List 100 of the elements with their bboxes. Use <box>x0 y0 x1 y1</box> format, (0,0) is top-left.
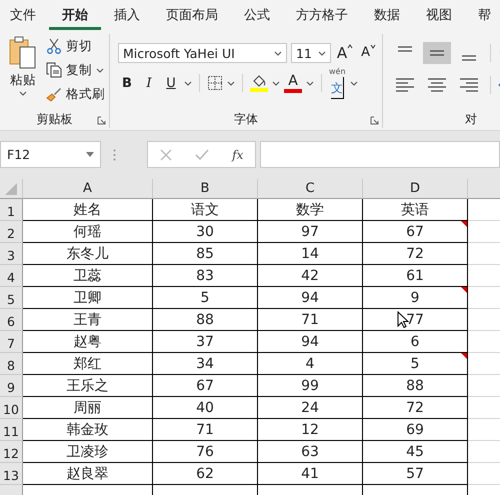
ribbon-tab[interactable]: 公式 <box>231 0 283 30</box>
row-header[interactable]: 4 <box>0 265 23 287</box>
table-cell: 71 <box>153 419 258 441</box>
ribbon-tab[interactable]: 帮 <box>465 0 500 30</box>
table-cell: 97 <box>258 221 363 243</box>
table-cell: 12 <box>258 419 363 441</box>
formula-input[interactable] <box>260 141 500 168</box>
bold-button[interactable]: B <box>118 76 136 90</box>
table-cell: 30 <box>153 221 258 243</box>
font-color-button[interactable]: A <box>284 74 302 92</box>
row-header[interactable]: 8 <box>0 353 23 375</box>
table-cell: 85 <box>153 243 258 265</box>
ribbon-tab[interactable]: 视图 <box>413 0 465 30</box>
row-header[interactable]: 2 <box>0 221 23 243</box>
caret-icon[interactable] <box>86 152 94 157</box>
fill-color-icon[interactable] <box>250 73 268 93</box>
table-cell: 东冬儿 <box>23 243 153 265</box>
paste-label[interactable]: 粘贴 <box>10 72 36 89</box>
caret-icon[interactable] <box>272 80 280 86</box>
table-cell: 韩金玫 <box>23 419 153 441</box>
align-middle-icon[interactable] <box>423 42 451 64</box>
table-cell: 71 <box>258 309 363 331</box>
caret-icon[interactable] <box>350 80 358 86</box>
caret-icon[interactable] <box>227 80 235 86</box>
caret-icon[interactable] <box>306 80 314 86</box>
row-header[interactable]: 12 <box>0 441 23 463</box>
table-cell: 40 <box>153 397 258 419</box>
cut-button[interactable]: 剪切 <box>46 36 105 56</box>
row-header[interactable]: 7 <box>0 331 23 353</box>
caret-icon[interactable] <box>19 91 27 96</box>
table-cell: 62 <box>153 463 258 485</box>
ribbon-tab[interactable]: 方方格子 <box>283 0 361 30</box>
row-header[interactable]: 1 <box>0 199 23 221</box>
table-cell: 72 <box>363 397 468 419</box>
group-label: 字体 <box>234 110 258 128</box>
table-cell: 76 <box>153 441 258 463</box>
underline-button[interactable]: U <box>162 76 180 90</box>
row-header[interactable]: 3 <box>0 243 23 265</box>
dialog-launcher-icon[interactable] <box>97 116 106 125</box>
table-cell: 72 <box>363 243 468 265</box>
borders-icon[interactable] <box>207 75 223 91</box>
table-cell: 94 <box>258 287 363 309</box>
dialog-launcher-icon[interactable] <box>370 116 379 125</box>
column-header[interactable]: A <box>23 179 153 199</box>
table-cell: 卫蕊 <box>23 265 153 287</box>
table-cell: 83 <box>153 265 258 287</box>
table-cell: 57 <box>363 463 468 485</box>
ribbon-tab[interactable]: 文件 <box>8 0 49 30</box>
check-icon[interactable] <box>194 148 209 160</box>
table-cell: 88 <box>153 309 258 331</box>
row-header[interactable]: 10 <box>0 397 23 419</box>
caret-icon[interactable] <box>274 50 282 56</box>
name-box[interactable]: F12 <box>0 141 101 168</box>
table-cell: 45 <box>363 441 468 463</box>
table-cell: 67 <box>153 375 258 397</box>
group-label: 剪贴板 <box>36 110 72 128</box>
column-header[interactable]: C <box>258 179 363 199</box>
italic-button[interactable]: I <box>140 76 158 90</box>
row-header[interactable]: 6 <box>0 309 23 331</box>
table-cell: 24 <box>258 397 363 419</box>
table-cell: 赵粤 <box>23 331 153 353</box>
table-cell: 数学 <box>258 199 363 221</box>
table-cell: 语文 <box>153 199 258 221</box>
font-name-field[interactable]: Microsoft YaHei UI <box>118 43 288 63</box>
table-cell: 99 <box>258 375 363 397</box>
font-size-field[interactable]: 11 <box>291 43 331 63</box>
column-header[interactable]: D <box>363 179 468 199</box>
paste-icon[interactable] <box>8 36 38 70</box>
table-cell: 5 <box>153 287 258 309</box>
table-cell: 4 <box>258 353 363 375</box>
table-cell: 41 <box>258 463 363 485</box>
table-cell: 94 <box>258 331 363 353</box>
phonetic-button[interactable]: wén 文 <box>329 67 346 99</box>
caret-icon[interactable] <box>96 68 104 72</box>
row-header[interactable]: 9 <box>0 375 23 397</box>
grip-icon <box>113 148 116 160</box>
ribbon-tab[interactable]: 数据 <box>361 0 413 30</box>
table-cell: 67 <box>363 221 468 243</box>
table-cell: 姓名 <box>23 199 153 221</box>
row-header[interactable]: 13 <box>0 463 23 485</box>
grow-font-button[interactable]: A <box>334 44 356 62</box>
table-cell: 卫凌珍 <box>23 441 153 463</box>
caret-icon[interactable] <box>318 50 326 56</box>
copy-button[interactable]: 复制 <box>46 60 105 80</box>
column-header[interactable]: B <box>153 179 258 199</box>
ribbon-tab[interactable]: 插入 <box>101 0 153 30</box>
caret-icon[interactable] <box>184 80 192 86</box>
shrink-font-button[interactable]: A <box>359 44 378 62</box>
table-cell: 郑红 <box>23 353 153 375</box>
table-cell: 34 <box>153 353 258 375</box>
table-cell: 14 <box>258 243 363 265</box>
insert-function-button[interactable]: fx <box>232 148 244 162</box>
brush-icon <box>46 86 62 102</box>
format-painter-button[interactable]: 格式刷 <box>46 84 105 104</box>
row-header[interactable]: 5 <box>0 287 23 309</box>
table-cell: 42 <box>258 265 363 287</box>
table-cell: 69 <box>363 419 468 441</box>
table-cell: 37 <box>153 331 258 353</box>
row-header[interactable]: 11 <box>0 419 23 441</box>
ribbon-tab[interactable]: 页面布局 <box>153 0 231 30</box>
